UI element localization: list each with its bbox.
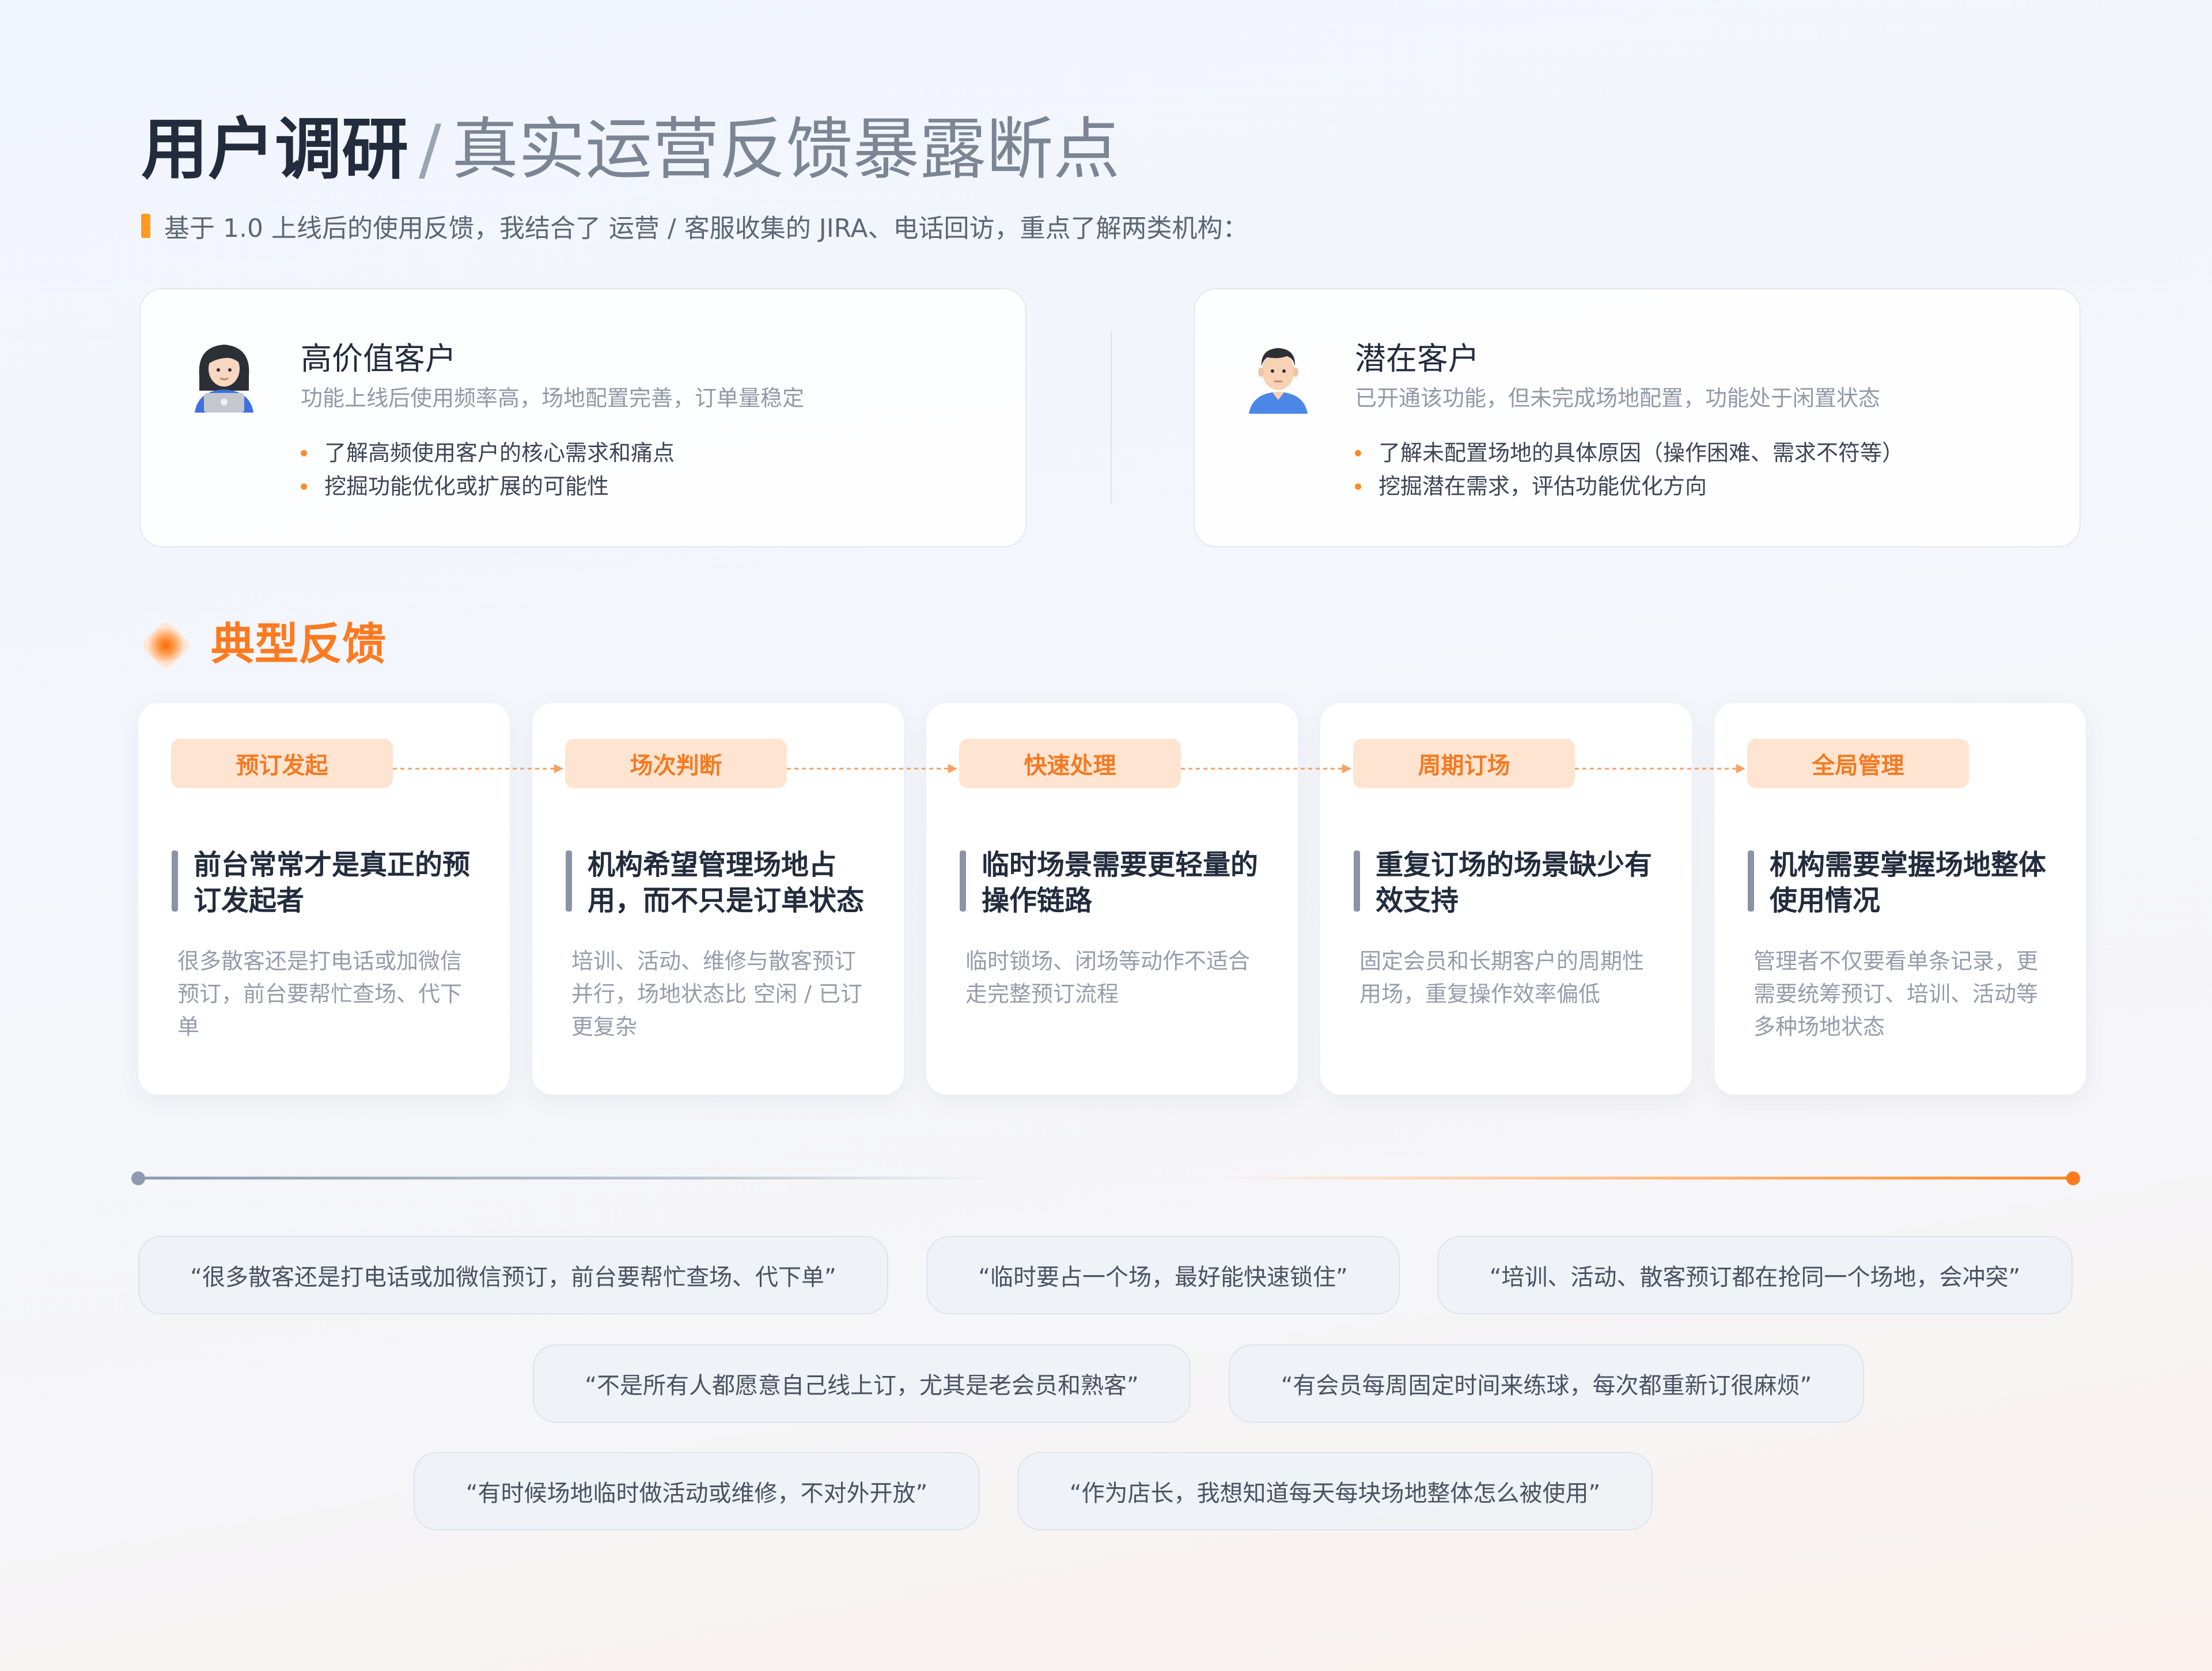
- bullet-dot: [1355, 449, 1361, 456]
- page-title: 用户调研 / 真实运营反馈暴露断点: [141, 109, 1120, 190]
- feedback-tag: 预订发起: [171, 739, 393, 788]
- woman-laptop-avatar-icon: [195, 345, 253, 413]
- feedback-description: 固定会员和长期客户的周期性用场，重复操作效率偏低: [1359, 948, 1645, 1007]
- segment-point: 挖掘功能优化或扩展的可能性: [301, 470, 675, 503]
- feedback-title: 重复订场的场景缺少有效支持: [1354, 847, 1665, 918]
- segment-title: 高价值客户: [301, 341, 456, 377]
- segment-point: 了解未配置场地的具体原因（操作困难、需求不符等）: [1355, 436, 1904, 470]
- page-subtitle: 基于 1.0 上线后的使用反馈，我结合了 运营 / 客服收集的 JIRA、电话回…: [141, 209, 1248, 243]
- segment-description: 已开通该功能，但未完成场地配置，功能处于闲置状态: [1355, 385, 1881, 411]
- flow-arrow-icon: [393, 764, 563, 773]
- feedback-tag: 全局管理: [1747, 739, 1969, 788]
- section-title: 典型反馈: [211, 618, 386, 670]
- segment-point: 挖掘潜在需求，评估功能优化方向: [1355, 470, 1904, 503]
- feedback-description: 临时锁场、闭场等动作不适合走完整预订流程: [965, 948, 1251, 1007]
- quote-bubble: “作为店长，我想知道每天每块场地整体怎么被使用”: [1017, 1452, 1653, 1530]
- quote-bubble: “培训、活动、散客预订都在抢同一个场地，会冲突”: [1437, 1236, 2073, 1314]
- feedback-title: 前台常常才是真正的预订发起者: [172, 847, 483, 918]
- segment-title: 潜在客户: [1355, 341, 1479, 377]
- segment-point: 了解高频使用客户的核心需求和痛点: [301, 436, 675, 470]
- feedback-description: 很多散客还是打电话或加微信预订，前台要帮忙查场、代下单: [177, 948, 463, 1039]
- title-slash: /: [419, 111, 442, 188]
- segment-description: 功能上线后使用频率高，场地配置完善，订单量稳定: [301, 385, 805, 411]
- feedback-description: 管理者不仅要看单条记录，更需要统筹预订、培训、活动等多种场地状态: [1753, 948, 2039, 1039]
- bullet-dot: [1355, 483, 1361, 490]
- separator-endpoint-dot: [131, 1171, 145, 1185]
- flow-arrow-icon: [1181, 764, 1351, 773]
- feedback-description: 培训、活动、维修与散客预订并行，场地状态比 空闲 / 已订 更复杂: [571, 948, 863, 1039]
- subtitle-accent-bar: [141, 214, 150, 238]
- glow-diamond-icon: [143, 622, 189, 668]
- subtitle-text: 基于 1.0 上线后的使用反馈，我结合了 运营 / 客服收集的 JIRA、电话回…: [164, 214, 1248, 243]
- feedback-title: 临时场景需要更轻量的操作链路: [960, 847, 1271, 918]
- quote-bubble: “有时候场地临时做活动或维修，不对外开放”: [414, 1452, 980, 1530]
- segment-point-list: 了解高频使用客户的核心需求和痛点 挖掘功能优化或扩展的可能性: [301, 436, 675, 503]
- segment-divider: [1111, 331, 1112, 504]
- feedback-tag: 周期订场: [1353, 739, 1575, 788]
- separator-endpoint-dot: [2066, 1171, 2080, 1185]
- man-avatar-icon: [1249, 348, 1308, 414]
- page-title-main: 用户调研: [141, 111, 408, 188]
- feedback-card-global-management: 全局管理 机构需要掌握场地整体使用情况 管理者不仅要看单条记录，更需要统筹预订、…: [1714, 703, 2086, 1095]
- segment-card-potential: 潜在客户 已开通该功能，但未完成场地配置，功能处于闲置状态 了解未配置场地的具体…: [1194, 288, 2081, 547]
- flow-arrow-icon: [1575, 764, 1745, 773]
- bullet-dot: [301, 483, 307, 490]
- flow-arrow-icon: [787, 764, 957, 773]
- quote-bubble: “临时要占一个场，最好能快速锁住”: [926, 1236, 1400, 1314]
- bullet-dot: [301, 449, 307, 456]
- feedback-tag: 场次判断: [565, 739, 787, 788]
- segment-card-high-value: 高价值客户 功能上线后使用频率高，场地配置完善，订单量稳定 了解高频使用客户的核…: [139, 288, 1027, 547]
- quote-bubble: “不是所有人都愿意自己线上订，尤其是老会员和熟客”: [533, 1344, 1191, 1423]
- page-title-sub: 真实运营反馈暴露断点: [452, 111, 1120, 188]
- feedback-title: 机构需要掌握场地整体使用情况: [1748, 847, 2059, 918]
- quote-bubble: “很多散客还是打电话或加微信预订，前台要帮忙查场、代下单”: [138, 1236, 888, 1314]
- feedback-tag: 快速处理: [959, 739, 1181, 788]
- gradient-separator-line: [138, 1177, 2074, 1179]
- segment-point-list: 了解未配置场地的具体原因（操作困难、需求不符等） 挖掘潜在需求，评估功能优化方向: [1355, 436, 1904, 503]
- quote-bubble: “有会员每周固定时间来练球，每次都重新订很麻烦”: [1229, 1344, 1864, 1423]
- feedback-title: 机构希望管理场地占用，而不只是订单状态: [566, 847, 877, 918]
